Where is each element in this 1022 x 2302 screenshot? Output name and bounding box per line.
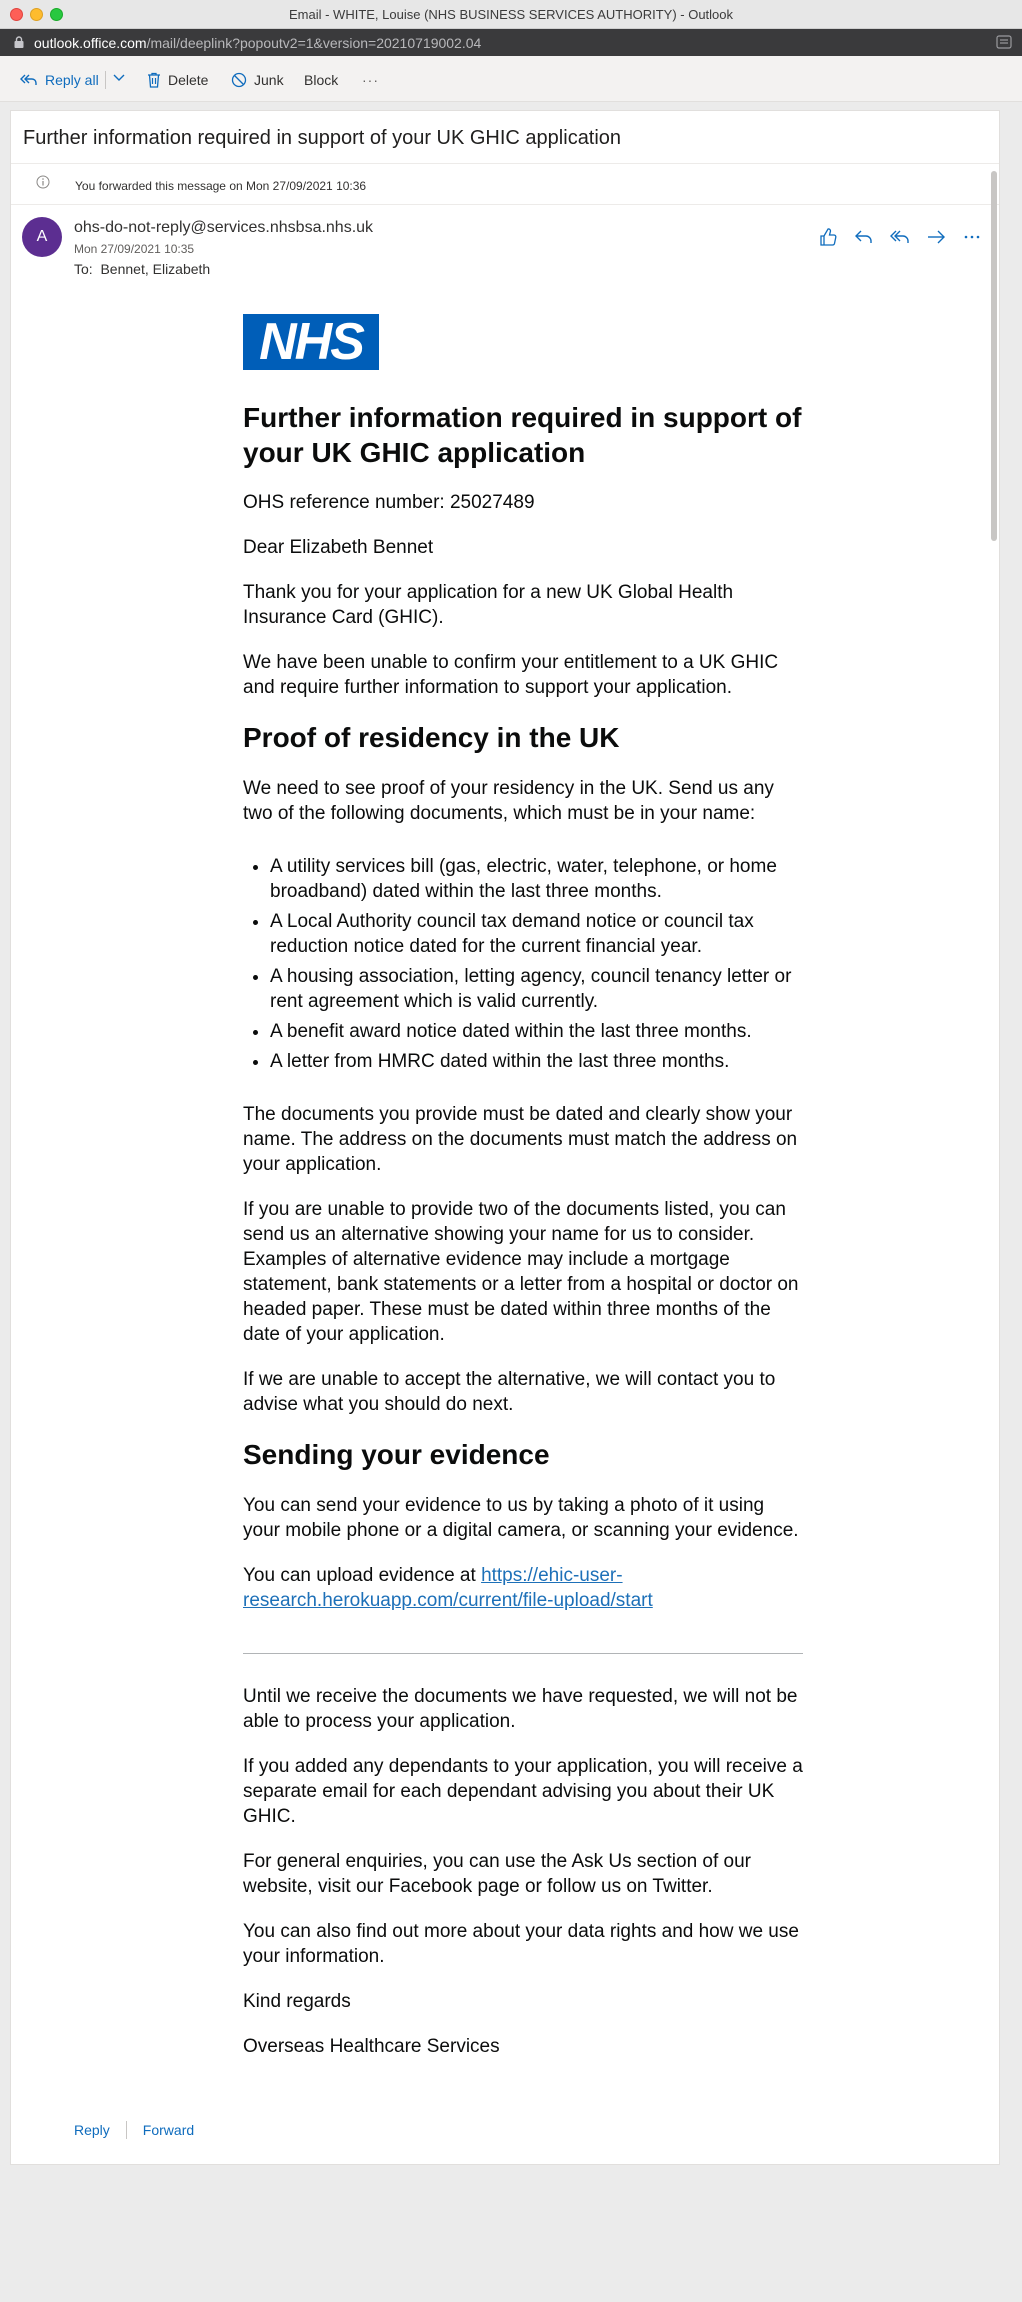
reference-number: OHS reference number: 25027489 (243, 492, 535, 513)
reply-all-icon (20, 74, 37, 85)
recipient-name[interactable]: Bennet, Elizabeth (100, 261, 210, 277)
reply-all-label: Reply all (45, 72, 99, 88)
section-heading-residency: Proof of residency in the UK (243, 722, 620, 753)
block-circle-icon (231, 72, 247, 88)
more-options-button[interactable]: ··· (362, 70, 379, 90)
window-title-bar: Email - WHITE, Louise (NHS BUSINESS SERV… (0, 0, 1022, 29)
url-path: /mail/deeplink?popoutv2=1&version=202107… (146, 35, 482, 51)
signature: Overseas Healthcare Services (243, 2036, 500, 2057)
paragraph: Until we receive the documents we have r… (243, 1686, 798, 1732)
footer-reply-button[interactable]: Reply (74, 2122, 110, 2138)
list-item: A Local Authority council tax demand not… (270, 909, 803, 959)
paragraph: You can send your evidence to us by taki… (243, 1495, 799, 1541)
forwarded-notice: You forwarded this message on Mon 27/09/… (75, 179, 367, 193)
block-label: Block (304, 72, 339, 88)
reply-all-icon[interactable] (889, 226, 911, 248)
delete-button[interactable]: Delete (147, 70, 208, 90)
divider (243, 1653, 803, 1654)
sender-avatar[interactable]: A (22, 217, 62, 257)
section-heading-sending: Sending your evidence (243, 1439, 550, 1470)
list-item: A letter from HMRC dated within the last… (270, 1049, 803, 1074)
paragraph: If you added any dependants to your appl… (243, 1756, 803, 1827)
email-body: NHS Further information required in supp… (243, 314, 803, 2079)
window-title: Email - WHITE, Louise (NHS BUSINESS SERV… (288, 7, 734, 22)
reply-icon[interactable] (853, 226, 875, 248)
address-bar[interactable]: outlook.office.com/mail/deeplink?popoutv… (0, 29, 1022, 56)
paragraph: We need to see proof of your residency i… (243, 778, 774, 824)
more-actions-icon[interactable] (961, 226, 983, 248)
url-host: outlook.office.com (34, 35, 147, 51)
list-item: A housing association, letting agency, c… (270, 964, 803, 1014)
sender-address[interactable]: ohs-do-not-reply@services.nhsbsa.nhs.uk (74, 219, 373, 237)
message-subject: Further information required in support … (23, 127, 622, 149)
paragraph: If we are unable to accept the alternati… (243, 1369, 776, 1415)
notice-divider (11, 204, 999, 205)
trash-icon (148, 72, 160, 88)
forward-icon[interactable] (925, 226, 947, 248)
info-icon (36, 175, 50, 189)
footer-divider (125, 2121, 127, 2139)
to-label: To: (74, 261, 93, 277)
reply-all-button[interactable]: Reply all (20, 70, 99, 90)
footer-forward-button[interactable]: Forward (143, 2122, 194, 2138)
document-list: A utility services bill (gas, electric, … (270, 854, 803, 1074)
toolbar-divider (105, 71, 106, 89)
chevron-down-icon[interactable] (113, 74, 125, 82)
nhs-logo: NHS (243, 314, 379, 370)
vertical-scrollbar[interactable] (989, 171, 997, 2161)
block-button[interactable]: Block (304, 70, 338, 90)
list-item: A utility services bill (gas, electric, … (270, 854, 803, 904)
paragraph: If you are unable to provide two of the … (243, 1199, 799, 1345)
paragraph: The documents you provide must be dated … (243, 1104, 798, 1175)
junk-button[interactable]: Junk (231, 70, 284, 90)
upload-paragraph: You can upload evidence at https://ehic-… (243, 1563, 803, 1613)
sent-date: Mon 27/09/2021 10:35 (74, 242, 195, 256)
reading-pane: Further information required in support … (10, 110, 1000, 2165)
recipient-line: To: Bennet, Elizabeth (74, 261, 210, 277)
subject-divider (11, 163, 999, 164)
scrollbar-thumb[interactable] (991, 171, 997, 541)
lock-icon (14, 36, 24, 48)
footer-actions: Reply Forward (74, 2121, 194, 2139)
greeting: Dear Elizabeth Bennet (243, 537, 434, 558)
reader-mode-icon[interactable] (996, 35, 1012, 49)
url-text[interactable]: outlook.office.com/mail/deeplink?popoutv… (34, 35, 481, 51)
upload-prefix: You can upload evidence at (243, 1565, 482, 1586)
thumbs-up-icon[interactable] (817, 226, 839, 248)
junk-label: Junk (254, 72, 284, 88)
message-toolbar: Reply all Delete Junk Block ··· (0, 56, 1022, 102)
paragraph: You can also find out more about your da… (243, 1921, 799, 1967)
paragraph: For general enquiries, you can use the A… (243, 1851, 751, 1897)
list-item: A benefit award notice dated within the … (270, 1019, 803, 1044)
signoff: Kind regards (243, 1991, 351, 2012)
delete-label: Delete (168, 72, 209, 88)
paragraph: Thank you for your application for a new… (243, 582, 734, 628)
email-heading: Further information required in support … (243, 402, 802, 468)
paragraph: We have been unable to confirm your enti… (243, 652, 779, 698)
